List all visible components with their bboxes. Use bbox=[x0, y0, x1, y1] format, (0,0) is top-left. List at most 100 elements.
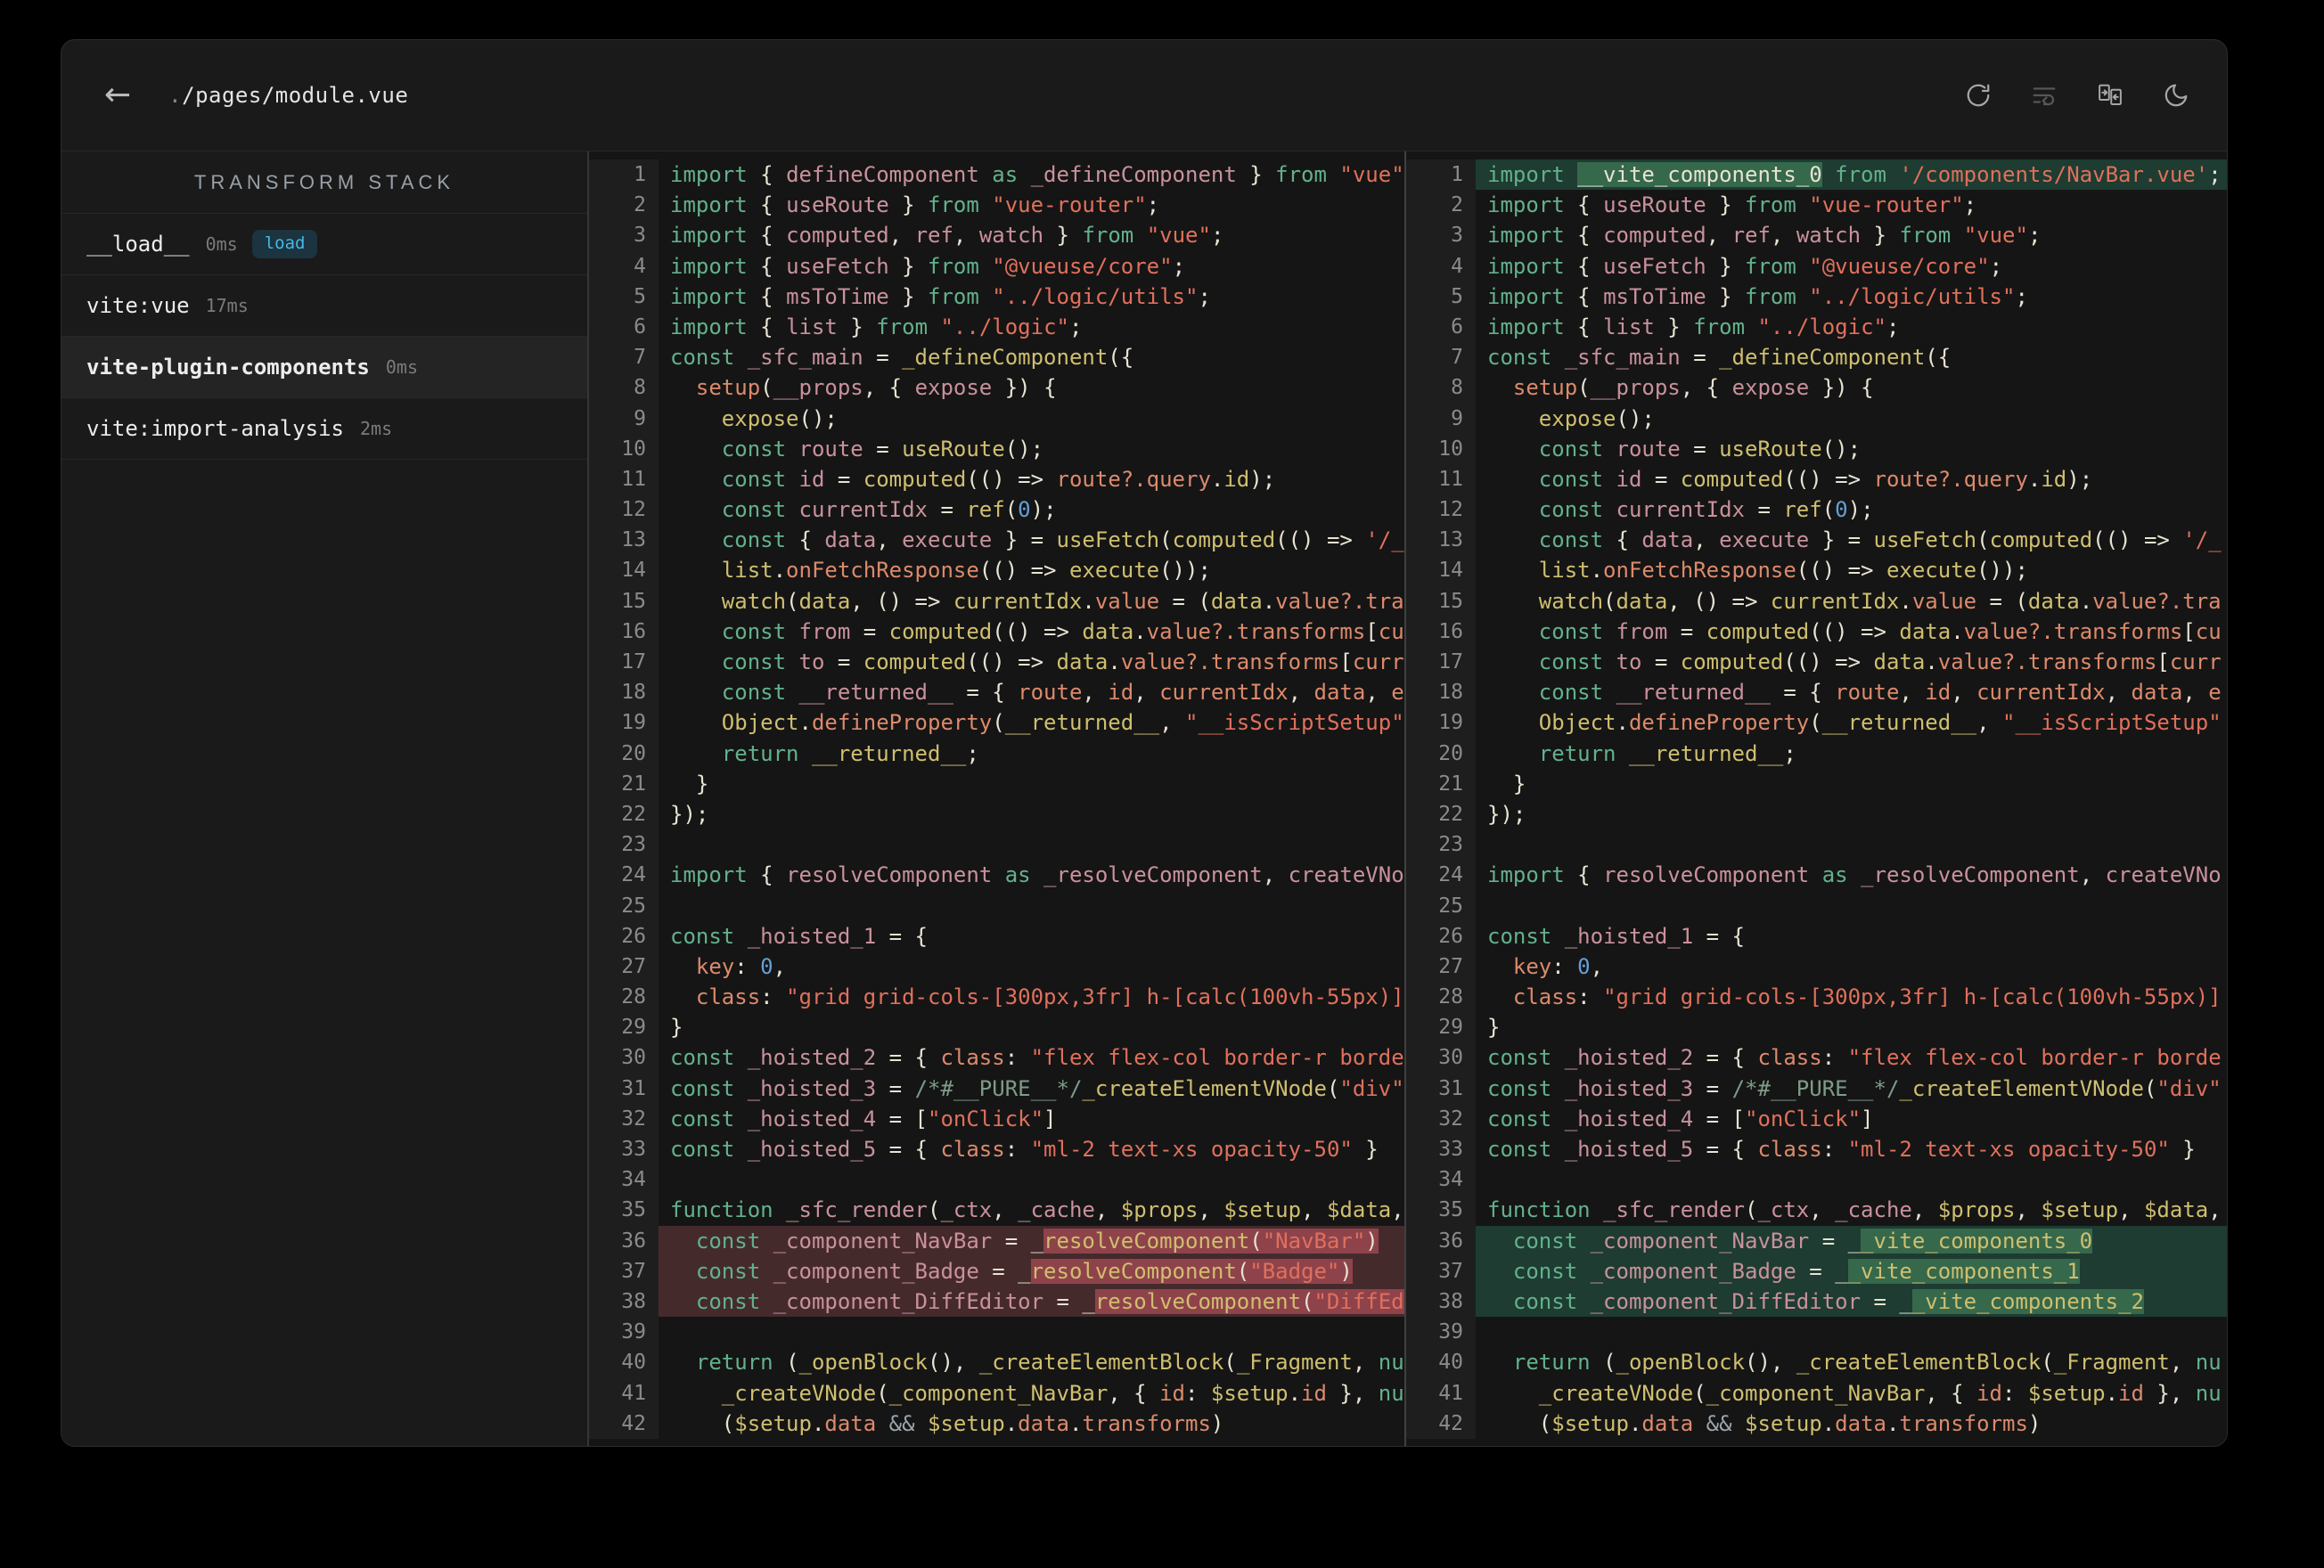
line-number: 10 bbox=[589, 433, 659, 464]
line-number: 22 bbox=[1406, 798, 1476, 830]
line-number: 20 bbox=[589, 738, 659, 769]
code-line: 23 bbox=[1406, 829, 2227, 861]
code-line: 30 const _hoisted_2 = { class: "flex flex… bbox=[589, 1042, 1404, 1074]
line-number: 31 bbox=[1406, 1073, 1476, 1104]
line-number: 11 bbox=[1406, 463, 1476, 495]
code-text: watch(data, () => currentIdx.value = (da… bbox=[1538, 588, 2222, 614]
back-button[interactable]: ← bbox=[99, 78, 136, 112]
code-line: 7 const _sfc_main = _defineComponent({ bbox=[1406, 342, 2227, 373]
line-number: 40 bbox=[1406, 1347, 1476, 1378]
plugin-time: 0ms bbox=[385, 356, 419, 378]
code-line: 38 const _component_DiffEditor = __vite_… bbox=[1406, 1286, 2227, 1318]
line-number: 8 bbox=[1406, 372, 1476, 404]
diff-view-toggle-button[interactable] bbox=[2097, 82, 2124, 109]
code-line: 32 const _hoisted_4 = ["onClick"] bbox=[1406, 1103, 2227, 1134]
code-line: 8 setup(__props, { expose }) { bbox=[589, 372, 1404, 404]
refresh-button[interactable] bbox=[1965, 82, 1992, 109]
code-text: class: "grid grid-cols-[300px,3fr] h-[ca… bbox=[695, 984, 1404, 1010]
plugin-time: 0ms bbox=[205, 233, 238, 255]
code-line: 32 const _hoisted_4 = ["onClick"] bbox=[589, 1103, 1404, 1134]
code-line: 12 const currentIdx = ref(0); bbox=[1406, 494, 2227, 526]
code-text: const _hoisted_2 = { class: "flex flex-c… bbox=[670, 1045, 1404, 1071]
code-line: 33 const _hoisted_5 = { class: "ml-2 text… bbox=[589, 1134, 1404, 1165]
code-text: const currentIdx = ref(0); bbox=[721, 497, 1057, 523]
code-line: 10 const route = useRoute(); bbox=[589, 433, 1404, 464]
title-bar: ← ./pages/module.vue bbox=[61, 40, 2227, 151]
line-number: 3 bbox=[1406, 220, 1476, 251]
code-text: import { msToTime } from "../logic/utils… bbox=[1487, 283, 2028, 309]
code-text: ($setup.data && $setup.data.transforms) bbox=[670, 1410, 1224, 1436]
line-number: 23 bbox=[589, 829, 659, 861]
code-text: const _component_DiffEditor = _resolveCo… bbox=[659, 1286, 1404, 1318]
code-text: key: 0, bbox=[695, 953, 787, 979]
code-line: 35 function _sfc_render(_ctx, _cache, $pr… bbox=[589, 1195, 1404, 1226]
line-number: 41 bbox=[1406, 1377, 1476, 1409]
code-text: return __returned__; bbox=[1538, 740, 1796, 766]
line-number: 41 bbox=[589, 1377, 659, 1409]
line-number: 30 bbox=[1406, 1042, 1476, 1074]
line-number: 38 bbox=[1406, 1286, 1476, 1318]
code-text: return (_openBlock(), _createElementBloc… bbox=[1512, 1350, 2222, 1376]
line-number: 18 bbox=[589, 677, 659, 708]
code-text: setup(__props, { expose }) { bbox=[1512, 375, 1874, 401]
line-number: 2 bbox=[1406, 190, 1476, 221]
code-text: function _sfc_render(_ctx, _cache, $prop… bbox=[670, 1197, 1404, 1223]
code-text: function _sfc_render(_ctx, _cache, $prop… bbox=[1487, 1197, 2222, 1223]
code-text: list.onFetchResponse(() => execute()); bbox=[1538, 558, 2028, 584]
code-line: 20 return __returned__; bbox=[1406, 738, 2227, 769]
line-number: 13 bbox=[1406, 525, 1476, 556]
code-text: const _hoisted_4 = ["onClick"] bbox=[1487, 1106, 1874, 1131]
code-line: 36 const _component_NavBar = _resolveCom… bbox=[589, 1225, 1404, 1256]
code-panel-after[interactable]: 1 import __vite_components_0 from '/compo… bbox=[1406, 151, 2227, 1446]
code-line: 5 import { msToTime } from "../logic/util… bbox=[589, 281, 1404, 312]
line-number: 1 bbox=[1406, 159, 1476, 191]
sidebar-item-vite-plugin-components[interactable]: vite-plugin-components 0ms bbox=[61, 337, 587, 398]
code-line: 25 bbox=[1406, 890, 2227, 921]
line-number: 4 bbox=[589, 250, 659, 282]
code-line: 15 watch(data, () => currentIdx.value = … bbox=[589, 585, 1404, 617]
code-text: } bbox=[1487, 1015, 1501, 1041]
page-title-prefix: . bbox=[168, 83, 183, 108]
line-number: 36 bbox=[589, 1225, 659, 1256]
code-text: const to = computed(() => data.value?.tr… bbox=[1538, 649, 2222, 674]
line-number: 9 bbox=[1406, 403, 1476, 434]
code-line: 3 import { computed, ref, watch } from "v… bbox=[589, 220, 1404, 251]
code-text: import { useRoute } from "vue-router"; bbox=[670, 192, 1160, 218]
refresh-icon bbox=[1965, 82, 1992, 109]
code-text: } bbox=[670, 771, 709, 796]
page-title-path: /pages/module.vue bbox=[182, 83, 409, 108]
code-text: const _component_NavBar = __vite_compone… bbox=[1476, 1225, 2227, 1256]
code-line: 18 const __returned__ = { route, id, cur… bbox=[1406, 677, 2227, 708]
code-text: const _component_NavBar = _resolveCompon… bbox=[659, 1225, 1404, 1256]
line-number: 5 bbox=[589, 281, 659, 312]
code-line: 37 const _component_Badge = __vite_compo… bbox=[1406, 1255, 2227, 1286]
code-text: const _component_DiffEditor = __vite_com… bbox=[1476, 1286, 2227, 1318]
code-panel-before[interactable]: 1 import { defineComponent as _defineComp… bbox=[589, 151, 1406, 1446]
diff-panels: 1 import { defineComponent as _defineComp… bbox=[589, 151, 2227, 1446]
line-number: 7 bbox=[589, 342, 659, 373]
code-text: const _hoisted_1 = { bbox=[1487, 923, 1745, 949]
code-line: 14 list.onFetchResponse(() => execute())… bbox=[1406, 555, 2227, 586]
dark-mode-button[interactable] bbox=[2163, 82, 2189, 109]
line-number: 13 bbox=[589, 525, 659, 556]
code-line: 19 Object.defineProperty(__returned__, "… bbox=[1406, 707, 2227, 739]
code-line: 3 import { computed, ref, watch } from "v… bbox=[1406, 220, 2227, 251]
code-text: import { list } from "../logic"; bbox=[670, 314, 1083, 339]
code-line: 29} bbox=[589, 1012, 1404, 1043]
sidebar-item-load[interactable]: __load__ 0ms load bbox=[61, 214, 587, 275]
code-line: 28 class: "grid grid-cols-[300px,3fr] h-… bbox=[589, 982, 1404, 1013]
code-line: 30 const _hoisted_2 = { class: "flex flex… bbox=[1406, 1042, 2227, 1074]
code-line: 26 const _hoisted_1 = { bbox=[589, 920, 1404, 951]
plugin-name: vite:vue bbox=[86, 293, 190, 318]
code-line: 9 expose(); bbox=[1406, 403, 2227, 434]
code-line: 40 return (_openBlock(), _createElementB… bbox=[1406, 1347, 2227, 1378]
code-text: list.onFetchResponse(() => execute()); bbox=[721, 558, 1211, 584]
sidebar-item-vite-import-analysis[interactable]: vite:import-analysis 2ms bbox=[61, 398, 587, 460]
line-number: 11 bbox=[589, 463, 659, 495]
code-line: 38 const _component_DiffEditor = _resolv… bbox=[589, 1286, 1404, 1318]
wrap-lines-button[interactable] bbox=[2031, 82, 2058, 109]
sidebar-item-vite-vue[interactable]: vite:vue 17ms bbox=[61, 275, 587, 337]
